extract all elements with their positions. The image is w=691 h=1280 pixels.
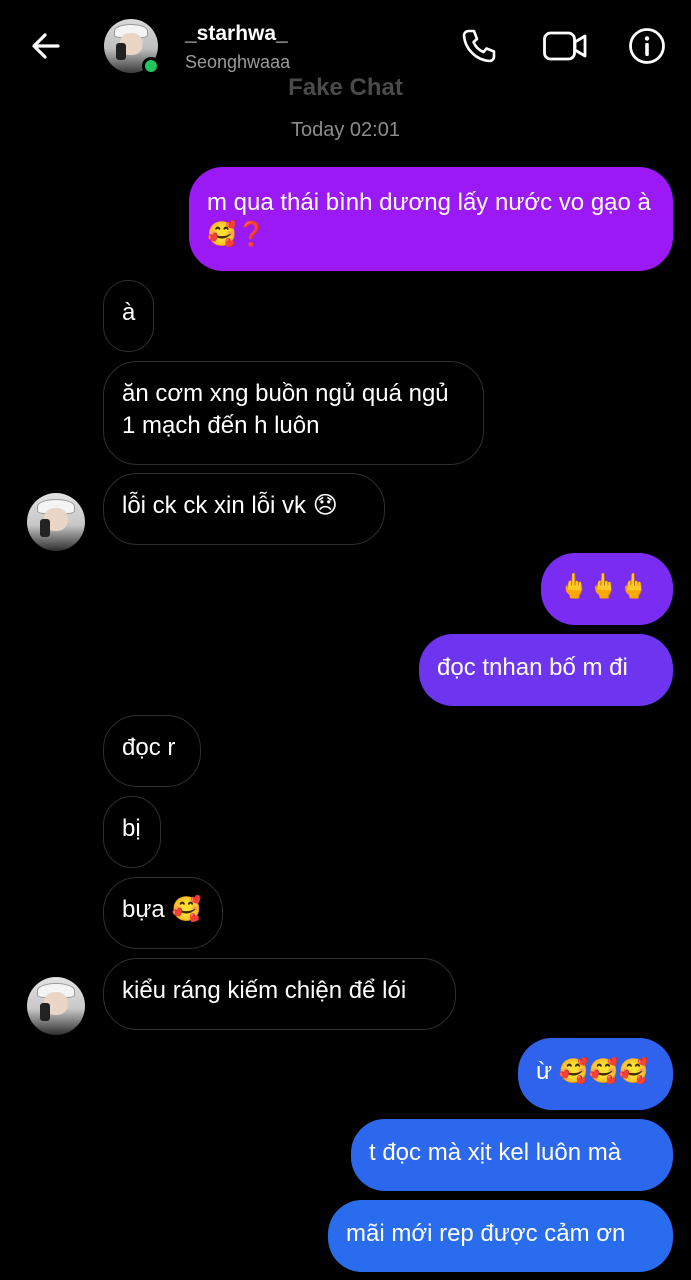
message-bubble-incoming[interactable]: lỗi ck ck xin lỗi vk 😞 bbox=[103, 473, 385, 545]
message-bubble-outgoing[interactable]: đọc tnhan bố m đi bbox=[419, 634, 673, 706]
message-bubble-incoming[interactable]: bựa 🥰 bbox=[103, 877, 223, 949]
message-text: mãi mới rep được cảm ơn bbox=[346, 1220, 626, 1247]
sender-avatar[interactable] bbox=[27, 977, 85, 1035]
watermark: Fake Chat bbox=[288, 74, 403, 101]
contact-username[interactable]: _starhwa_ bbox=[185, 22, 288, 46]
message-text: à bbox=[122, 299, 136, 326]
message-text: đọc r bbox=[122, 734, 176, 761]
message-text: bựa bbox=[122, 896, 165, 923]
message-text: bị bbox=[122, 815, 141, 842]
message-text: ừ bbox=[536, 1058, 553, 1085]
message-bubble-incoming[interactable]: ăn cơm xng buồn ngủ quá ngủ 1 mạch đến h… bbox=[103, 361, 484, 465]
message-bubble-outgoing[interactable]: m qua thái bình dương lấy nước vo gạo à … bbox=[189, 167, 673, 271]
message-text: ăn cơm xng buồn ngủ quá ngủ 1 mạch đến h… bbox=[122, 380, 449, 439]
message-text: đọc tnhan bố m đi bbox=[437, 654, 628, 681]
info-icon[interactable] bbox=[628, 27, 666, 65]
message-text: kiểu ráng kiếm chiện để lói bbox=[122, 977, 407, 1004]
header-avatar[interactable] bbox=[104, 19, 160, 75]
message-bubble-incoming[interactable]: bị bbox=[103, 796, 161, 868]
emoji-smiling-hearts: 🥰🥰🥰 bbox=[558, 1058, 649, 1085]
message-bubble-incoming[interactable]: kiểu ráng kiếm chiện để lói bbox=[103, 958, 456, 1030]
message-bubble-incoming[interactable]: đọc r bbox=[103, 715, 201, 787]
sender-avatar[interactable] bbox=[27, 493, 85, 551]
contact-display-name: Seonghwaaa bbox=[185, 52, 291, 72]
message-text: m qua thái bình dương lấy nước vo gạo à bbox=[207, 189, 651, 216]
message-bubble-outgoing[interactable]: 🖕🖕🖕 bbox=[541, 553, 673, 625]
chat-timestamp: Today 02:01 bbox=[291, 119, 400, 141]
message-bubble-outgoing[interactable]: ừ 🥰🥰🥰 bbox=[518, 1038, 673, 1110]
emoji-middle-finger: 🖕🖕🖕 bbox=[559, 573, 649, 600]
message-bubble-outgoing[interactable]: t đọc mà xịt kel luôn mà bbox=[351, 1119, 673, 1191]
video-camera-icon[interactable] bbox=[542, 27, 588, 65]
emoji-smiling-hearts: 🥰 bbox=[171, 896, 202, 923]
message-text: lỗi ck ck xin lỗi vk bbox=[122, 492, 307, 519]
message-bubble-incoming[interactable]: à bbox=[103, 280, 154, 352]
message-text: t đọc mà xịt kel luôn mà bbox=[369, 1139, 622, 1166]
back-arrow-icon[interactable] bbox=[28, 28, 64, 64]
emoji-disappointed: 😞 bbox=[312, 492, 338, 519]
online-status-dot bbox=[142, 57, 160, 75]
message-bubble-outgoing[interactable]: mãi mới rep được cảm ơn bbox=[328, 1200, 673, 1272]
phone-icon[interactable] bbox=[460, 27, 498, 65]
emoji-reaction: 🥰❓ bbox=[207, 221, 267, 248]
